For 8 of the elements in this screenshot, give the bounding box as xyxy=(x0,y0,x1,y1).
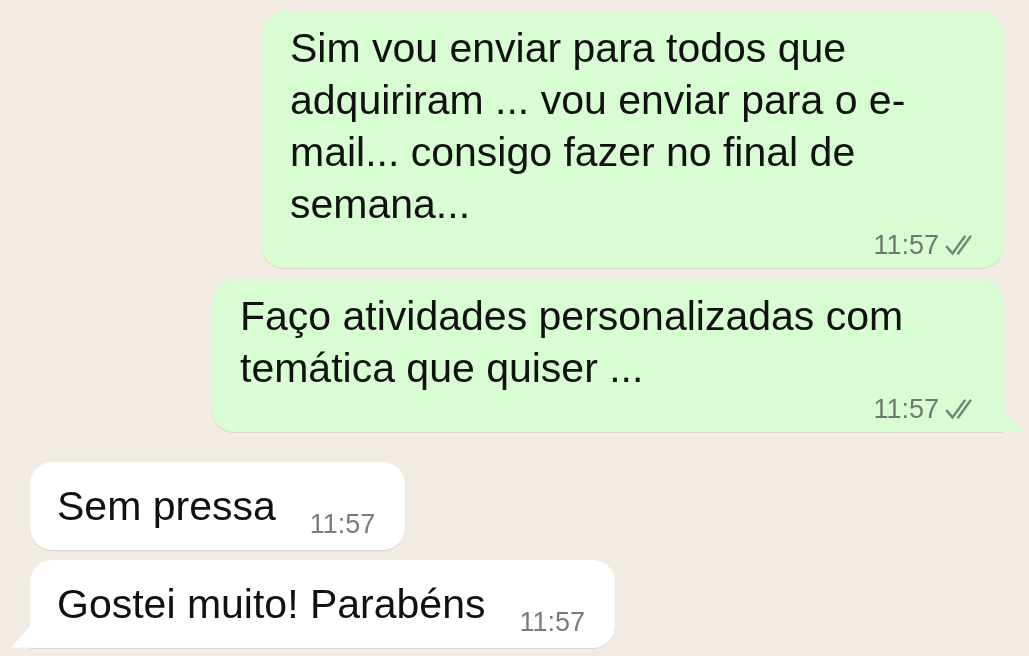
message-time: 11:57 xyxy=(873,394,939,424)
message-text: Gostei muito! Parabéns xyxy=(57,580,486,629)
message-text: Sim vou enviar para todos que adquiriram ... vou enviar para o e-mail... consigo fazer no final de semana... xyxy=(290,24,907,229)
message-time: 11:57 xyxy=(519,606,585,639)
message-text: Faço atividades personalizadas com temática que quiser ... xyxy=(240,292,905,393)
message-time: 11:57 xyxy=(873,230,939,260)
message-time: 11:57 xyxy=(309,508,376,541)
message-text: Sem pressa xyxy=(57,482,276,531)
